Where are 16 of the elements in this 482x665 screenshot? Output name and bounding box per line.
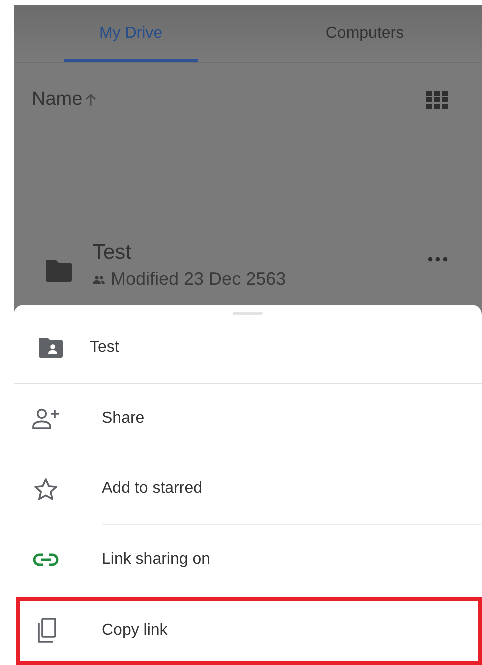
folder-icon — [46, 260, 72, 282]
up-arrow-icon — [84, 93, 97, 107]
sheet-title: Test — [90, 339, 120, 357]
people-icon — [93, 276, 105, 284]
modified-date: Modified 23 Dec 2563 — [111, 269, 286, 290]
star-icon — [32, 478, 60, 500]
file-name: Test — [93, 241, 133, 265]
menu-item[interactable]: Add to starred — [14, 454, 482, 524]
more-icon[interactable] — [428, 257, 448, 262]
link-icon — [32, 553, 60, 567]
grid-view-icon[interactable] — [426, 91, 448, 109]
highlighted-menu-item[interactable]: Copy link — [16, 597, 482, 665]
menu-item[interactable]: Share — [14, 384, 482, 454]
menu-item[interactable]: Link sharing on — [14, 525, 482, 595]
add-person-icon — [32, 408, 60, 430]
shared-folder-icon — [39, 338, 63, 358]
